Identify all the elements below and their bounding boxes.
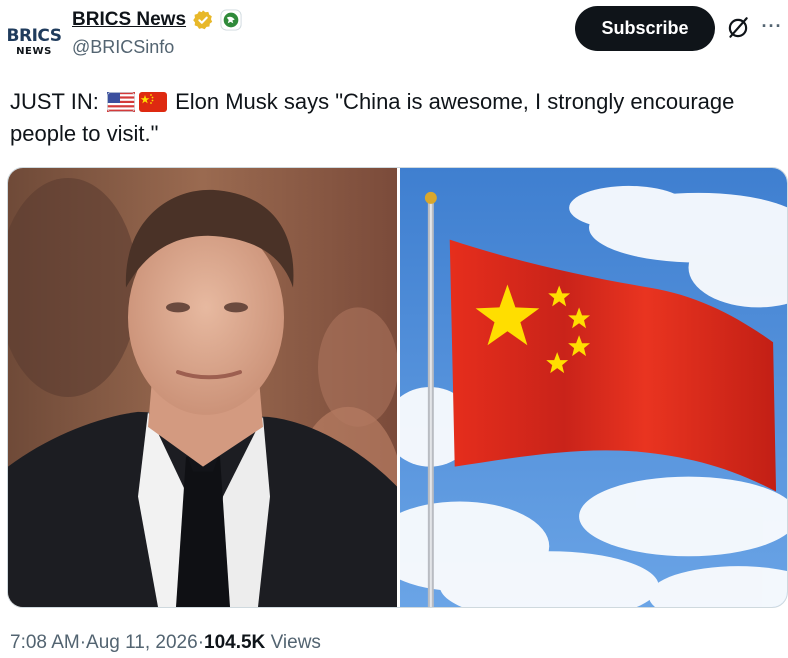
photo-china-flag[interactable]	[400, 168, 787, 607]
views-count: 104.5K	[204, 632, 266, 653]
tweet-text: JUST IN: Elon Musk says "China is awesom…	[10, 86, 780, 150]
avatar-logo-top: BRICS	[6, 25, 62, 46]
verified-badge-icon[interactable]	[192, 9, 214, 31]
media-grid	[7, 167, 788, 608]
tweet-text-prefix: JUST IN:	[10, 89, 99, 114]
author-name-row: BRICS News	[72, 9, 242, 31]
display-name[interactable]: BRICS News	[72, 9, 186, 31]
views-label: Views	[270, 632, 321, 653]
account-handle[interactable]: @BRICSinfo	[72, 37, 174, 58]
subscribe-button[interactable]: Subscribe	[575, 6, 715, 51]
tweet-time[interactable]: 7:08 AM	[10, 632, 80, 654]
grok-icon[interactable]	[724, 14, 752, 42]
tweet-card: BRICS NEWS BRICS News @BRICSinfo Subscri…	[0, 0, 788, 658]
tweet-date[interactable]: Aug 11, 2026	[86, 632, 198, 654]
more-icon[interactable]: ···	[758, 12, 786, 40]
affiliate-badge-icon[interactable]	[220, 9, 242, 31]
us-flag-icon	[106, 89, 135, 112]
avatar-logo-bottom: NEWS	[16, 45, 52, 57]
tweet-meta: 7:08 AM · Aug 11, 2026 · 104.5K Views	[10, 632, 321, 654]
photo-elon-musk[interactable]	[8, 168, 397, 607]
avatar[interactable]: BRICS NEWS	[6, 14, 62, 70]
china-flag-icon	[138, 89, 167, 112]
